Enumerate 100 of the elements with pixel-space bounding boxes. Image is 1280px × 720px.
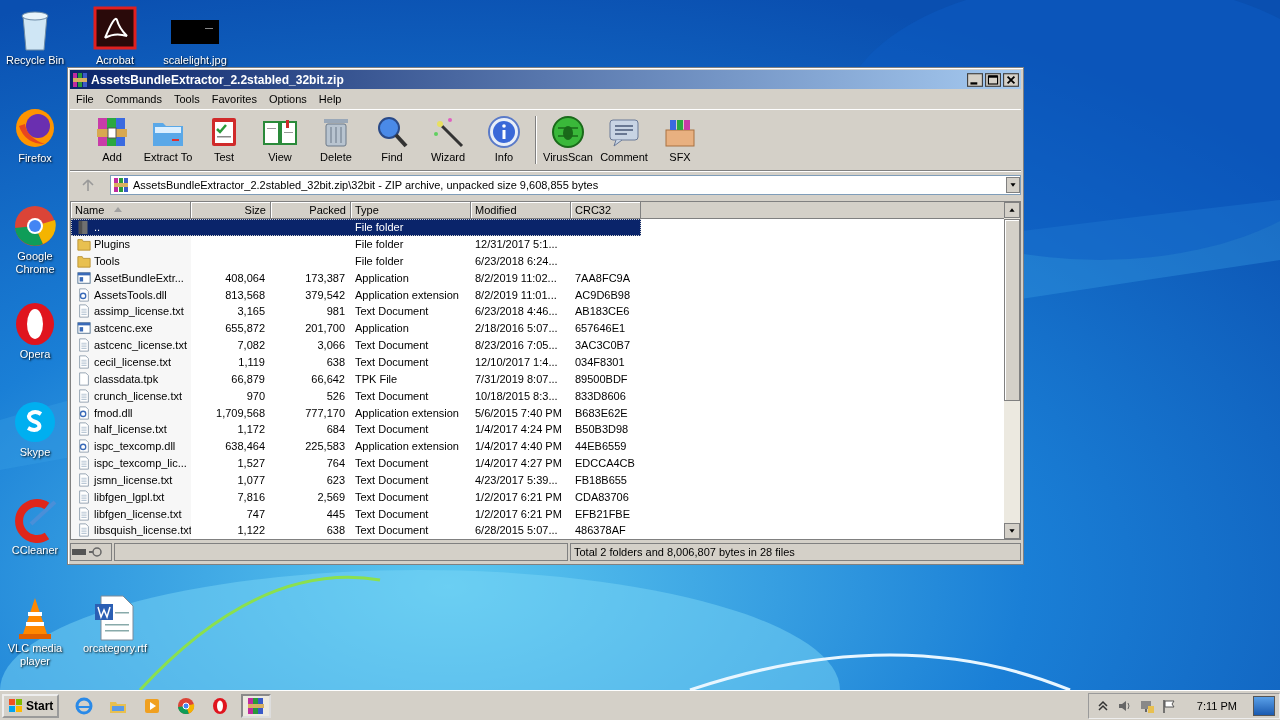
column-header[interactable]: Name	[71, 202, 191, 219]
table-cell: 3,066	[317, 339, 345, 352]
table-cell: 1/2/2017 6:21 PM	[475, 490, 562, 503]
table-cell: 7,082	[237, 339, 265, 352]
desktop-icon-label[interactable]: Recycle Bin	[5, 54, 65, 67]
file-row[interactable]: Tools File folder 6/23/2018 6:24...	[71, 252, 641, 270]
table-cell: FB18B655	[575, 473, 627, 486]
show-desktop-button[interactable]	[1253, 696, 1275, 716]
archive-icon	[72, 71, 88, 88]
flag-icon[interactable]	[1160, 698, 1177, 714]
file-row[interactable]: ispc_texcomp.dll 638,464 225,583 Application extension 1/4/2017 4:40 PM 44EB6559	[71, 437, 641, 455]
table-cell: File folder	[355, 221, 404, 234]
scroll-thumb[interactable]	[1004, 219, 1020, 401]
table-cell: AssetsTools.dll	[94, 288, 167, 301]
close-button[interactable]	[1003, 72, 1019, 87]
sort-arrow-icon	[114, 207, 123, 213]
file-row[interactable]: AssetsTools.dll 813,568 379,542 Application extension 8/2/2019 11:01... AC9D6B98	[71, 286, 641, 304]
toolbar-button[interactable]: Add	[84, 114, 140, 163]
table-cell: 6/28/2015 5:07...	[475, 524, 558, 537]
start-button[interactable]: Start	[2, 694, 60, 718]
column-header[interactable]: Packed	[271, 202, 351, 219]
text-file-icon	[77, 388, 91, 403]
column-header[interactable]: Type	[351, 202, 471, 219]
file-row[interactable]: Plugins File folder 12/31/2017 5:1...	[71, 235, 641, 253]
table-cell: B683E62E	[575, 406, 628, 419]
desktop-icon-label[interactable]: scalelight.jpg	[163, 54, 227, 67]
text-file-icon	[77, 523, 91, 538]
file-row[interactable]: astcenc_license.txt 7,082 3,066 Text Document 8/23/2016 7:05... 3AC3C0B7	[71, 336, 641, 354]
table-cell: Text Document	[355, 490, 429, 503]
clock[interactable]: 7:11 PM	[1196, 700, 1237, 712]
taskbar-button[interactable]	[241, 694, 272, 718]
table-cell: libsquish_license.txt	[94, 524, 191, 537]
table-cell: 3AC3C0B7	[575, 339, 631, 352]
file-row[interactable]: classdata.tpk 66,879 66,642 TPK File 7/31/2019 8:07... 89500BDF	[71, 370, 641, 388]
folder-up-icon	[77, 220, 91, 235]
file-row[interactable]: AssetBundleExtr... 408,064 173,387 Application 8/2/2019 11:02... 7AA8FC9A	[71, 269, 641, 287]
file-row[interactable]: astcenc.exe 655,872 201,700 Application 2/18/2016 5:07... 657646E1	[71, 319, 641, 337]
file-row[interactable]: assimp_license.txt 3,165 981 Text Document 6/23/2018 4:46... AB183CE6	[71, 303, 641, 320]
table-cell: 1,122	[237, 524, 265, 537]
toolbar-button[interactable]: SFX	[652, 114, 708, 163]
desktop-icon-label[interactable]: Google Chrome	[3, 250, 67, 276]
address-field[interactable]: AssetsBundleExtractor_2.2stabled_32bit.zip\32bit - ZIP archive, unpacked size 9,608,855 bytes	[110, 175, 1021, 195]
scroll-down-button[interactable]	[1004, 523, 1020, 539]
table-cell: 173,387	[305, 271, 345, 284]
menu-item[interactable]: Help	[312, 93, 348, 105]
menu-item[interactable]: Commands	[99, 93, 168, 105]
file-row[interactable]: ispc_texcomp_lic... 1,527 764 Text Document 1/4/2017 4:27 PM EDCCA4CB	[71, 454, 641, 472]
table-cell: 623	[326, 473, 345, 486]
folder-icon	[77, 253, 91, 268]
minimize-button[interactable]	[967, 72, 983, 87]
toolbar-button[interactable]: Info	[476, 114, 532, 163]
network-icon[interactable]	[1138, 698, 1155, 714]
speaker-icon[interactable]	[1116, 698, 1133, 714]
table-cell: jsmn_license.txt	[94, 473, 173, 486]
toolbar-button[interactable]: Comment	[596, 114, 652, 163]
table-cell: 6/23/2018 4:46...	[475, 305, 558, 318]
menu-item[interactable]: Favorites	[205, 93, 263, 105]
file-row[interactable]: fmod.dll 1,709,568 777,170 Application extension 5/6/2015 7:40 PM B683E62E	[71, 404, 641, 421]
table-cell: 8/2/2019 11:01...	[475, 288, 557, 301]
table-cell: ispc_texcomp.dll	[94, 440, 176, 453]
scroll-up-button[interactable]	[1004, 202, 1020, 218]
file-row[interactable]: half_license.txt 1,172 684 Text Document 1/4/2017 4:24 PM B50B3D98	[71, 420, 641, 438]
scrollbar[interactable]	[1004, 202, 1020, 539]
toolbar-button[interactable]: Wizard	[420, 114, 476, 163]
menu-item[interactable]: Tools	[168, 93, 206, 105]
table-cell: Tools	[94, 254, 120, 267]
table-cell: 1,527	[237, 457, 265, 470]
column-header[interactable]: Size	[191, 202, 271, 219]
file-row[interactable]: libsquish_license.txt 1,122 638 Text Document 6/28/2015 5:07... 486378AF	[71, 522, 641, 539]
table-cell: 1/2/2017 6:21 PM	[475, 507, 562, 520]
table-cell: File folder	[355, 254, 404, 267]
text-file-icon	[77, 304, 91, 319]
table-cell: TPK File	[355, 372, 398, 385]
maximize-button[interactable]	[985, 72, 1001, 87]
toolbar-button[interactable]: Extract To	[140, 114, 196, 163]
toolbar-button[interactable]: Test	[196, 114, 252, 163]
table-cell: 526	[326, 389, 345, 402]
toolbar-button[interactable]: Delete	[308, 114, 364, 163]
menu-item[interactable]: Options	[262, 93, 313, 105]
table-cell: 4/23/2017 5:39...	[475, 473, 558, 486]
menu-item[interactable]: File	[70, 93, 100, 105]
table-cell: Application extension	[355, 406, 459, 419]
toolbar-button[interactable]: View	[252, 114, 308, 163]
file-row[interactable]: crunch_license.txt 970 526 Text Document 10/18/2015 8:3... 833D8606	[71, 387, 641, 405]
file-row[interactable]: cecil_license.txt 1,119 638 Text Document 12/10/2017 1:4... 034F8301	[71, 353, 641, 371]
toolbar-button[interactable]: VirusScan	[540, 114, 596, 163]
table-cell: 7,816	[237, 490, 265, 503]
table-cell: 12/10/2017 1:4...	[475, 356, 558, 368]
file-row[interactable]: libfgen_lgpl.txt 7,816 2,569 Text Document 1/2/2017 6:21 PM CDA83706	[71, 488, 641, 506]
desktop-icon-label[interactable]: Firefox	[18, 152, 52, 165]
text-file-icon	[77, 489, 91, 504]
desktop-icon-label[interactable]: Acrobat	[96, 54, 134, 67]
toolbar-button[interactable]: Find	[364, 114, 420, 163]
desktop-icon-label[interactable]: Opera	[19, 348, 51, 361]
column-header[interactable]: CRC32	[571, 202, 641, 219]
table-cell: 1,709,568	[216, 406, 265, 419]
file-row[interactable]: libfgen_license.txt 747 445 Text Document 1/2/2017 6:21 PM EFB21FBE	[71, 505, 641, 523]
file-row[interactable]: jsmn_license.txt 1,077 623 Text Document 4/23/2017 5:39... FB18B655	[71, 471, 641, 489]
column-header[interactable]: Modified	[471, 202, 571, 219]
windows-logo-icon	[8, 698, 24, 714]
